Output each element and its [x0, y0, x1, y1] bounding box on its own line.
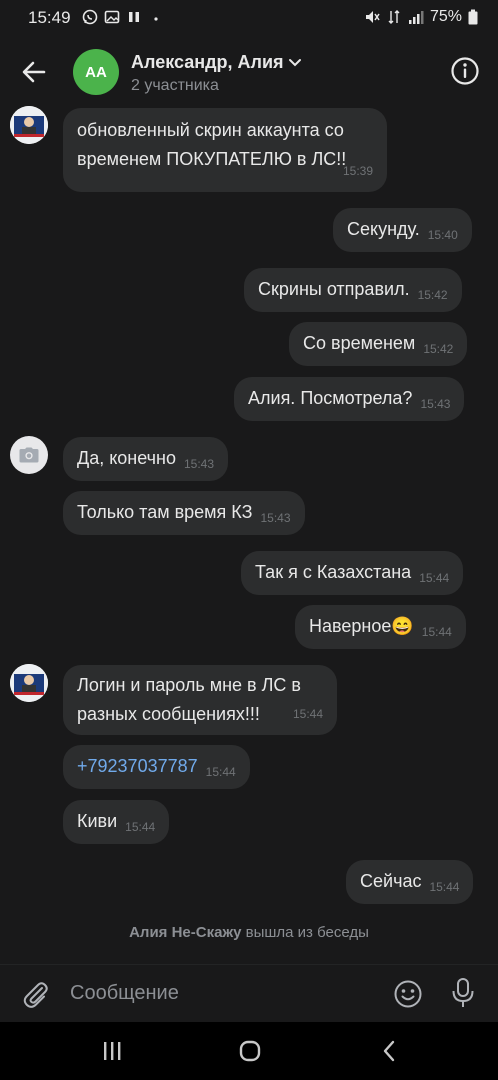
- chat-header: АА Александр, Алия 2 участника: [0, 36, 498, 106]
- system-message-name[interactable]: Алия Не-Скажу: [129, 924, 241, 941]
- sender-avatar[interactable]: [10, 436, 48, 474]
- message-time: 15:43: [183, 457, 215, 471]
- emoji-icon[interactable]: [393, 979, 423, 1009]
- user-photo-icon: [10, 106, 48, 144]
- recent-apps-icon[interactable]: [99, 1038, 125, 1064]
- chat-title[interactable]: Александр, Алия: [131, 52, 302, 73]
- message-text: Скрины отправил.: [258, 279, 410, 299]
- paperclip-icon[interactable]: [20, 979, 50, 1009]
- message-time: 15:43: [420, 397, 451, 411]
- mute-icon: [365, 11, 380, 23]
- message-time: 15:44: [421, 625, 452, 639]
- message-bubble[interactable]: Логин и пароль мне в ЛС в разных сообщен…: [63, 665, 337, 735]
- back-arrow-icon[interactable]: [18, 56, 50, 88]
- message-text: Наверное😄: [309, 616, 414, 636]
- message-time: 15:44: [205, 765, 236, 779]
- message-bubble[interactable]: обновленный скрин аккаунта со временем П…: [63, 108, 387, 192]
- camera-icon: [19, 447, 39, 463]
- message-time: 15:43: [260, 511, 291, 525]
- message-bubble[interactable]: Скрины отправил. 15:42: [244, 268, 462, 312]
- whatsapp-icon: [82, 9, 98, 25]
- message-bubble[interactable]: Алия. Посмотрела? 15:43: [234, 377, 465, 421]
- message-bubble[interactable]: Сейчас 15:44: [346, 860, 474, 904]
- message-text: Логин и пароль мне в ЛС в разных сообщен…: [77, 675, 301, 724]
- phone-link[interactable]: +79237037787: [77, 756, 198, 776]
- message-text: Так я с Казахстана: [255, 562, 412, 582]
- message-text: обновленный скрин аккаунта со временем П…: [77, 120, 347, 169]
- message-time: 15:42: [423, 342, 454, 356]
- system-nav-bar: [0, 1022, 498, 1080]
- message-bubble[interactable]: +79237037787 15:44: [63, 745, 250, 789]
- message-bubble[interactable]: Наверное😄 15:44: [295, 605, 466, 649]
- status-system-icons: 75%: [364, 8, 478, 26]
- home-icon[interactable]: [237, 1038, 263, 1064]
- message-text: Только там время КЗ: [77, 502, 253, 522]
- message-bubble[interactable]: Со временем 15:42: [289, 322, 468, 366]
- dot-icon: [154, 17, 158, 21]
- chat-avatar[interactable]: АА: [73, 49, 119, 95]
- message-time: 15:44: [125, 820, 156, 834]
- sender-avatar[interactable]: [10, 664, 48, 702]
- status-bar: 15:49 75%: [0, 0, 498, 36]
- message-composer: Сообщение: [0, 964, 498, 1022]
- message-time: 15:42: [417, 288, 448, 302]
- chat-title-text: Александр, Алия: [131, 52, 284, 72]
- message-text: Секунду.: [347, 219, 420, 239]
- message-text: Алия. Посмотрела?: [248, 388, 413, 408]
- message-bubble[interactable]: Только там время КЗ 15:43: [63, 491, 305, 535]
- info-icon[interactable]: [450, 56, 480, 86]
- status-time: 15:49: [28, 8, 71, 27]
- nav-back-icon[interactable]: [377, 1038, 403, 1064]
- message-bubble[interactable]: Да, конечно 15:43: [63, 437, 229, 481]
- message-text: Киви: [77, 811, 118, 831]
- data-arrows-icon: [388, 10, 400, 24]
- message-bubble[interactable]: Так я с Казахстана 15:44: [241, 551, 464, 595]
- battery-icon: [468, 9, 478, 25]
- message-bubble[interactable]: Киви 15:44: [63, 800, 170, 844]
- system-message: Алия Не-Скажу вышла из беседы: [0, 924, 498, 941]
- sender-avatar[interactable]: [10, 106, 48, 144]
- chevron-down-icon: [288, 59, 301, 67]
- message-time: 15:44: [429, 880, 460, 894]
- signal-icon: [408, 11, 424, 24]
- message-time: 15:44: [419, 571, 450, 585]
- chat-members-count: 2 участника: [131, 77, 219, 94]
- system-message-action: вышла из беседы: [241, 924, 369, 941]
- message-text: Сейчас: [360, 871, 422, 891]
- battery-percent: 75%: [429, 8, 462, 25]
- message-text: Со временем: [303, 333, 416, 353]
- user-photo-icon: [10, 664, 48, 702]
- message-time: 15:39: [342, 164, 373, 178]
- message-text: Да, конечно: [77, 448, 176, 468]
- status-notification-icons: [82, 9, 164, 25]
- message-time: 15:44: [292, 707, 323, 721]
- message-time: 15:40: [427, 228, 458, 242]
- pause-icon: [129, 12, 139, 22]
- gallery-icon: [104, 10, 120, 24]
- microphone-icon[interactable]: [450, 977, 476, 1009]
- message-bubble[interactable]: Секунду. 15:40: [333, 208, 472, 252]
- message-input[interactable]: Сообщение: [70, 982, 179, 1005]
